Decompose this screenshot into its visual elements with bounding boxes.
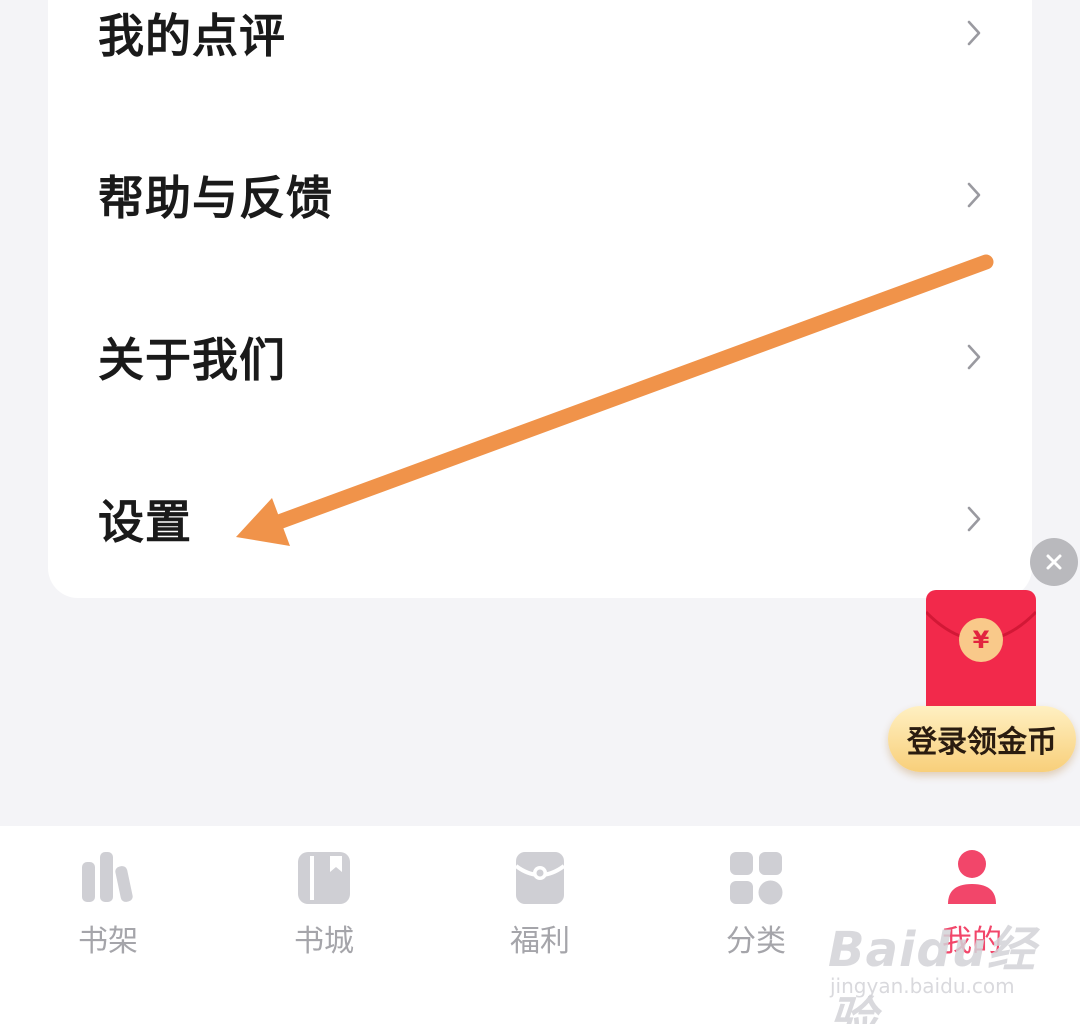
menu-item-my-reviews[interactable]: 我的点评	[48, 0, 1032, 114]
page: 我的点评 帮助与反馈 关于我们 设置 ¥ 登录领金币 书架 书城 福利 分类 我…	[0, 0, 1080, 1024]
tab-label: 福利	[510, 924, 570, 959]
tab-bookstore[interactable]: 书城	[216, 846, 432, 966]
watermark-url: jingyan.baidu.com	[830, 974, 1015, 998]
menu-item-settings[interactable]: 设置	[48, 438, 1032, 600]
tab-label: 书架	[78, 924, 138, 959]
category-icon	[730, 852, 783, 905]
watermark-main: Baidu经验	[828, 922, 1036, 1024]
menu-item-label: 关于我们	[98, 333, 286, 387]
menu-item-about-us[interactable]: 关于我们	[48, 276, 1032, 438]
tab-bookshelf[interactable]: 书架	[0, 846, 216, 966]
login-earn-coins-button[interactable]: 登录领金币	[888, 706, 1076, 772]
chevron-right-icon	[967, 20, 981, 46]
bookshelf-icon	[82, 852, 133, 902]
tab-welfare[interactable]: 福利	[432, 846, 648, 966]
menu-item-help-feedback[interactable]: 帮助与反馈	[48, 114, 1032, 276]
close-promo-button[interactable]	[1030, 538, 1078, 586]
coin-icon: ¥	[959, 618, 1003, 662]
close-icon	[1046, 554, 1062, 570]
red-packet-promo[interactable]: ¥	[926, 590, 1036, 720]
book-icon	[298, 852, 350, 904]
menu-item-label: 设置	[98, 495, 192, 549]
chevron-right-icon	[967, 182, 981, 208]
baidu-jingyan-watermark: Baidu经验 jingyan.baidu.com	[828, 900, 1078, 1024]
menu-item-label: 我的点评	[98, 9, 286, 63]
chevron-right-icon	[967, 344, 981, 370]
chevron-right-icon	[967, 506, 981, 532]
gift-icon	[514, 852, 566, 904]
menu-item-label: 帮助与反馈	[98, 171, 333, 225]
tab-label: 书城	[294, 924, 354, 959]
